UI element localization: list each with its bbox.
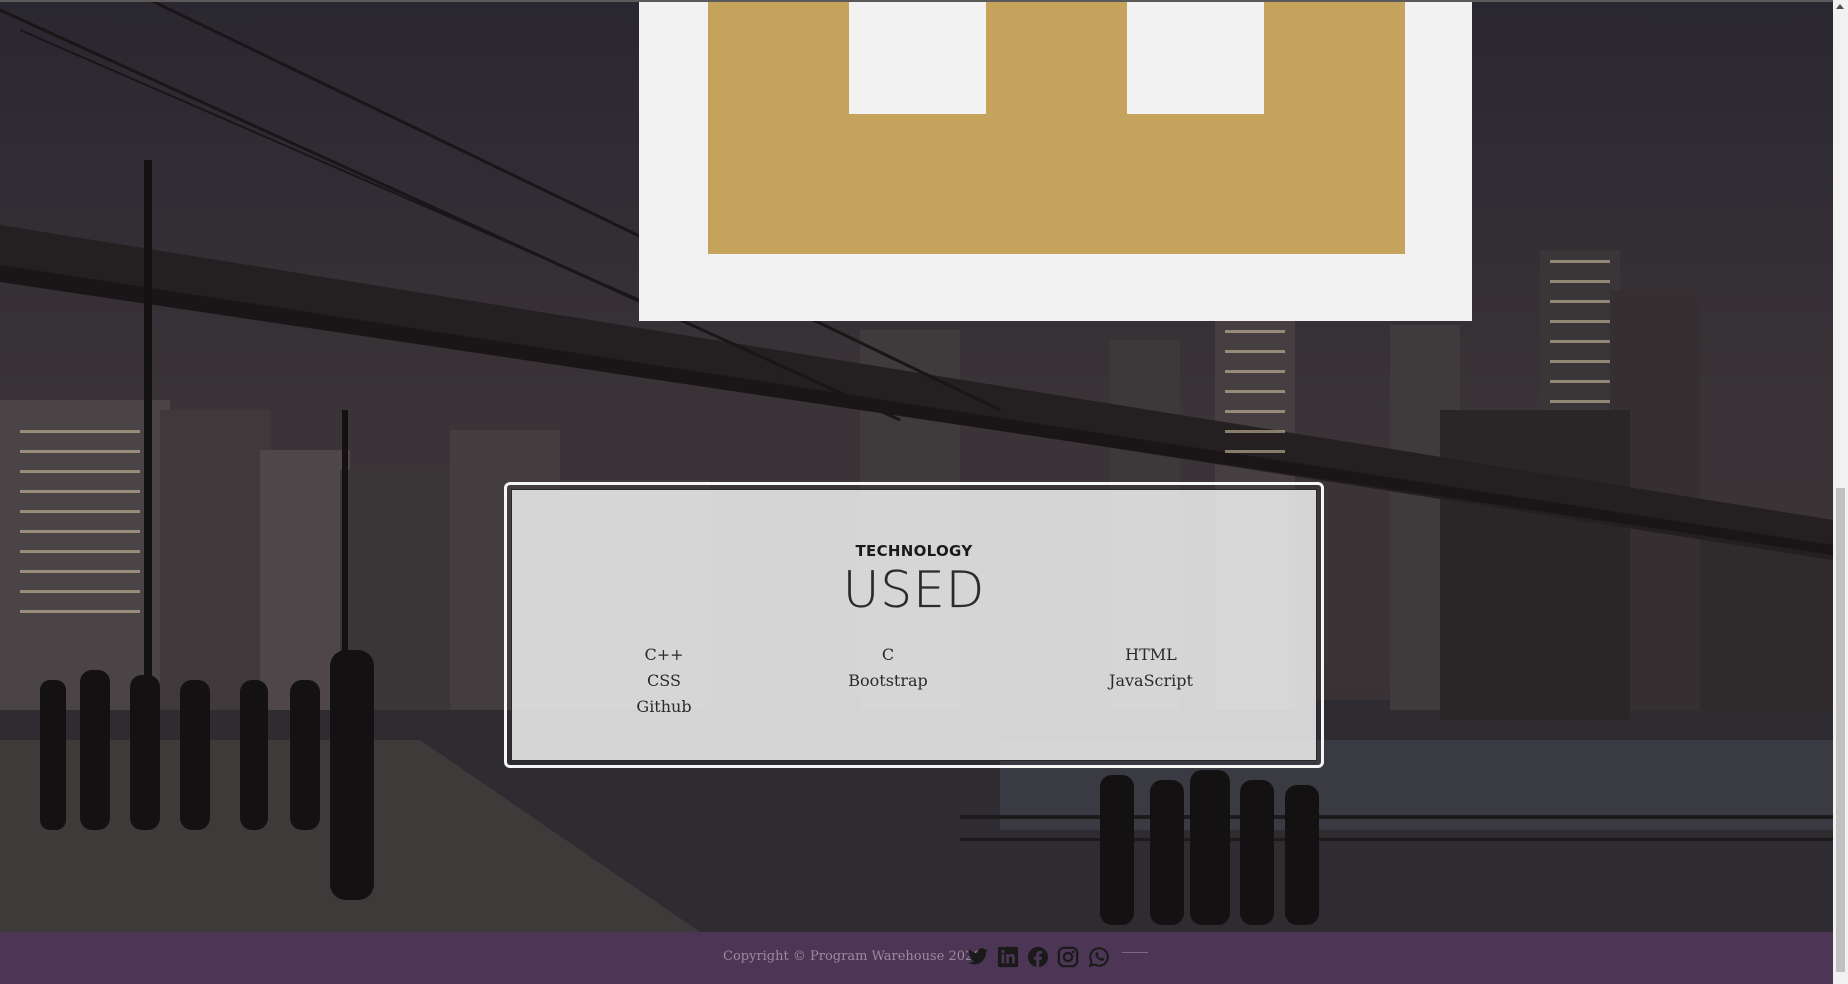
technology-item: HTML	[1125, 645, 1177, 664]
page-scrollbar[interactable]	[1833, 0, 1848, 984]
whatsapp-icon[interactable]	[1088, 946, 1110, 968]
technology-column-2: C Bootstrap	[788, 642, 988, 694]
technology-subheading: USED	[842, 561, 986, 619]
technology-item: JavaScript	[1109, 671, 1193, 690]
technology-column-1: C++ CSS Github	[564, 642, 764, 720]
project-logo	[708, 2, 1405, 254]
technology-card: TECHNOLOGY USED C++ CSS Github C Bootstr…	[504, 482, 1324, 768]
copyright-text: Copyright © Program Warehouse 2020	[723, 949, 982, 964]
instagram-icon[interactable]	[1057, 946, 1079, 968]
scrollbar-thumb[interactable]	[1836, 488, 1845, 972]
technology-item: Github	[636, 697, 692, 716]
footer: Copyright © Program Warehouse 2020	[0, 932, 1833, 984]
technology-column-3: HTML JavaScript	[1051, 642, 1251, 694]
technology-heading: TECHNOLOGY	[855, 542, 973, 560]
logo-notch-left	[849, 2, 986, 114]
facebook-icon[interactable]	[1027, 946, 1049, 968]
technology-item: C	[881, 645, 895, 664]
linkedin-icon[interactable]	[997, 946, 1019, 968]
technology-card-body: TECHNOLOGY USED C++ CSS Github C Bootstr…	[511, 489, 1317, 761]
footer-divider	[1122, 952, 1148, 953]
technology-item: Bootstrap	[848, 671, 928, 690]
scroll-up-arrow-icon[interactable]	[1836, 4, 1844, 9]
twitter-icon[interactable]	[967, 946, 989, 968]
project-image-card	[639, 2, 1472, 321]
logo-notch-right	[1127, 2, 1264, 114]
technology-item: CSS	[647, 671, 681, 690]
technology-item: C++	[644, 645, 684, 664]
